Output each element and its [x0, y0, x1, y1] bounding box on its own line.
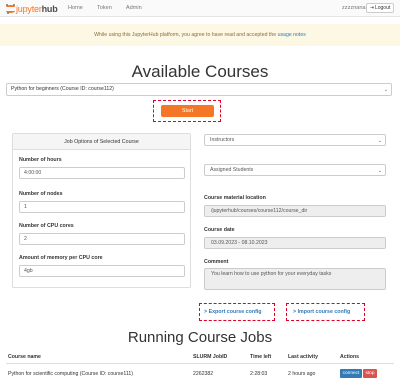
export-config-button[interactable]: > Export course config: [204, 307, 262, 318]
chevron-down-icon: ⌄: [383, 87, 388, 93]
sign-out-icon: ⇥: [369, 5, 374, 11]
material-location-field: /jupyterhub/courses/course112/course_dir: [204, 205, 386, 217]
row-jobid: 2262382: [193, 371, 214, 377]
nodes-input[interactable]: 1: [19, 201, 185, 213]
jupyterhub-logo[interactable]: jupyterhub: [6, 3, 58, 14]
navbar: jupyterhub Home Token Admin zzzznana ⇥ L…: [0, 0, 400, 17]
start-button[interactable]: Start: [161, 105, 214, 117]
import-config-highlight: > Import course config: [286, 303, 365, 321]
username: zzzznana: [342, 5, 366, 11]
instructors-select[interactable]: Instructors ⌄: [204, 134, 386, 146]
instructors-select-value: Instructors: [210, 137, 235, 143]
course-select-value: Python for beginners (Course ID: course1…: [11, 86, 114, 92]
jupyter-logo-icon: [6, 3, 15, 14]
connect-button[interactable]: connect: [340, 369, 362, 378]
material-location-label: Course material location: [204, 195, 266, 201]
nav-token-link[interactable]: Token: [97, 5, 112, 11]
students-select[interactable]: Assigned Students ⌄: [204, 164, 386, 176]
col-time-left: Time left: [250, 354, 272, 360]
chevron-down-icon: ⌄: [377, 168, 382, 174]
col-slurm-jobid: SLURM JobID: [193, 354, 228, 360]
nav-home-link[interactable]: Home: [68, 5, 83, 11]
course-date-label: Course date: [204, 227, 235, 233]
row-last-activity: 2 hours ago: [288, 371, 316, 377]
memory-label: Amount of memory per CPU core: [19, 255, 103, 261]
students-select-value: Assigned Students: [210, 167, 254, 173]
chevron-down-icon: ⌄: [377, 138, 382, 144]
announcement-banner: While using this JupyterHub platform, yo…: [0, 24, 400, 46]
table-header-divider: [6, 363, 394, 364]
nav-admin-link[interactable]: Admin: [126, 5, 142, 11]
export-config-highlight: > Export course config: [199, 303, 275, 321]
course-date-field: 03.09.2023 - 08.10.2023: [204, 237, 386, 249]
import-config-button[interactable]: > Import course config: [293, 307, 350, 318]
job-options-panel: Job Options of Selected Course Number of…: [12, 133, 191, 288]
stop-button[interactable]: stop: [363, 369, 377, 378]
nav-links: Home Token Admin: [68, 5, 156, 11]
start-button-highlight: Start: [153, 100, 221, 122]
logo-text: jupyterhub: [16, 3, 58, 14]
logout-label: Logout: [374, 5, 391, 11]
comment-field: You learn how to use python for your eve…: [204, 268, 386, 290]
jobs-title: Running Course Jobs: [127, 329, 273, 346]
row-course-name: Python for scientific computing (Course …: [8, 371, 133, 377]
usage-notes-link[interactable]: usage notes: [278, 32, 306, 38]
hours-input[interactable]: 4:00:00: [19, 167, 185, 179]
col-last-activity: Last activity: [288, 354, 318, 360]
comment-label: Comment: [204, 259, 229, 265]
row-time-left: 2:28:03: [250, 371, 268, 377]
logout-button[interactable]: ⇥ Logout: [366, 3, 394, 13]
announcement-text: While using this JupyterHub platform, yo…: [94, 32, 277, 38]
hours-label: Number of hours: [19, 157, 62, 163]
course-select[interactable]: Python for beginners (Course ID: course1…: [6, 83, 392, 96]
col-actions: Actions: [340, 354, 360, 360]
memory-input[interactable]: 4gb: [19, 265, 185, 277]
page-title: Available Courses: [131, 62, 269, 81]
cpu-cores-label: Number of CPU cores: [19, 223, 74, 229]
col-course-name: Course name: [8, 354, 41, 360]
nodes-label: Number of nodes: [19, 191, 63, 197]
cpu-cores-input[interactable]: 2: [19, 233, 185, 245]
job-options-heading: Job Options of Selected Course: [13, 134, 190, 150]
